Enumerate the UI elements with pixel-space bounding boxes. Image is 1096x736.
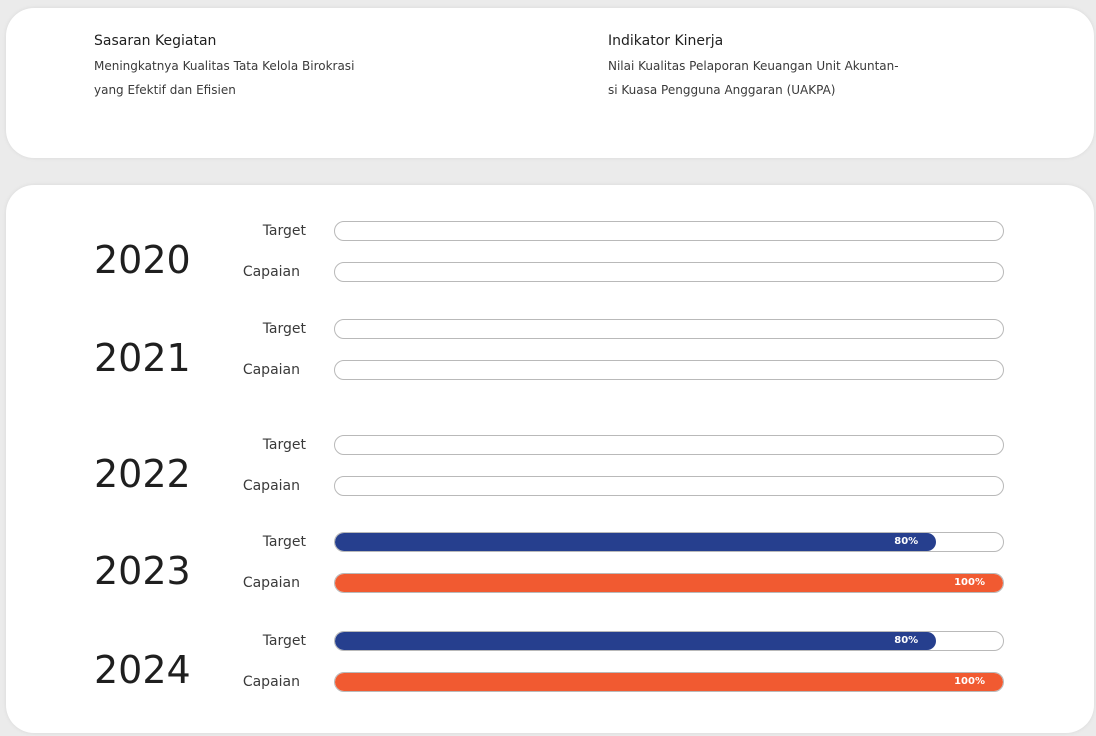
capaian-bar-track-2023: 100% bbox=[334, 573, 1004, 593]
capaian-value-label-2024: 100% bbox=[954, 676, 985, 687]
capaian-bar-track-2021 bbox=[334, 360, 1004, 380]
target-bar-2023: 80% bbox=[335, 533, 937, 551]
year-label-2021: 2021 bbox=[94, 336, 191, 380]
capaian-bar-2024: 100% bbox=[335, 673, 1003, 691]
target-label-2021: Target bbox=[262, 321, 306, 337]
year-label-2023: 2023 bbox=[94, 549, 191, 593]
target-label-2022: Target bbox=[262, 437, 306, 453]
target-bar-track-2023: 80% bbox=[334, 532, 1004, 552]
capaian-label-2021: Capaian bbox=[242, 362, 300, 378]
capaian-label-2024: Capaian bbox=[242, 674, 300, 690]
capaian-bar-track-2022 bbox=[334, 476, 1004, 496]
target-label-2024: Target bbox=[262, 633, 306, 649]
capaian-label-2023: Capaian bbox=[242, 575, 300, 591]
capaian-bar-track-2024: 100% bbox=[334, 672, 1004, 692]
year-label-2024: 2024 bbox=[94, 648, 191, 692]
sasaran-kegiatan-title: Sasaran Kegiatan bbox=[94, 33, 217, 49]
indicator-info-card: Sasaran Kegiatan Meningkatnya Kualitas T… bbox=[6, 8, 1094, 158]
sasaran-kegiatan-line-1: Meningkatnya Kualitas Tata Kelola Birokr… bbox=[94, 59, 355, 73]
target-bar-track-2021 bbox=[334, 319, 1004, 339]
target-bar-track-2022 bbox=[334, 435, 1004, 455]
capaian-bar-track-2020 bbox=[334, 262, 1004, 282]
indikator-kinerja-text: Nilai Kualitas Pelaporan Keuangan Unit A… bbox=[608, 54, 988, 102]
target-value-label-2024: 80% bbox=[894, 635, 919, 646]
target-bar-track-2020 bbox=[334, 221, 1004, 241]
target-value-label-2023: 80% bbox=[894, 536, 919, 547]
capaian-value-label-2023: 100% bbox=[954, 577, 985, 588]
target-label-2020: Target bbox=[262, 223, 306, 239]
capaian-bar-2023: 100% bbox=[335, 574, 1003, 592]
performance-chart-card: 2020 Target Capaian 2021 Target Capaian 2022 Ta… bbox=[6, 185, 1094, 733]
capaian-label-2022: Capaian bbox=[242, 478, 300, 494]
indikator-kinerja-title: Indikator Kinerja bbox=[608, 33, 724, 49]
target-bar-track-2024: 80% bbox=[334, 631, 1004, 651]
year-label-2020: 2020 bbox=[94, 238, 191, 282]
capaian-label-2020: Capaian bbox=[242, 264, 300, 280]
indikator-kinerja-line-1: Nilai Kualitas Pelaporan Keuangan Unit A… bbox=[608, 59, 899, 73]
indikator-kinerja-line-2: si Kuasa Pengguna Anggaran (UAKPA) bbox=[608, 83, 836, 97]
sasaran-kegiatan-block: Sasaran Kegiatan Meningkatnya Kualitas T… bbox=[94, 30, 454, 102]
sasaran-kegiatan-line-2: yang Efektif dan Efisien bbox=[94, 83, 236, 97]
target-label-2023: Target bbox=[262, 534, 306, 550]
year-label-2022: 2022 bbox=[94, 452, 191, 496]
sasaran-kegiatan-text: Meningkatnya Kualitas Tata Kelola Birokr… bbox=[94, 54, 454, 102]
target-bar-2024: 80% bbox=[335, 632, 937, 650]
indikator-kinerja-block: Indikator Kinerja Nilai Kualitas Pelapor… bbox=[608, 30, 988, 102]
